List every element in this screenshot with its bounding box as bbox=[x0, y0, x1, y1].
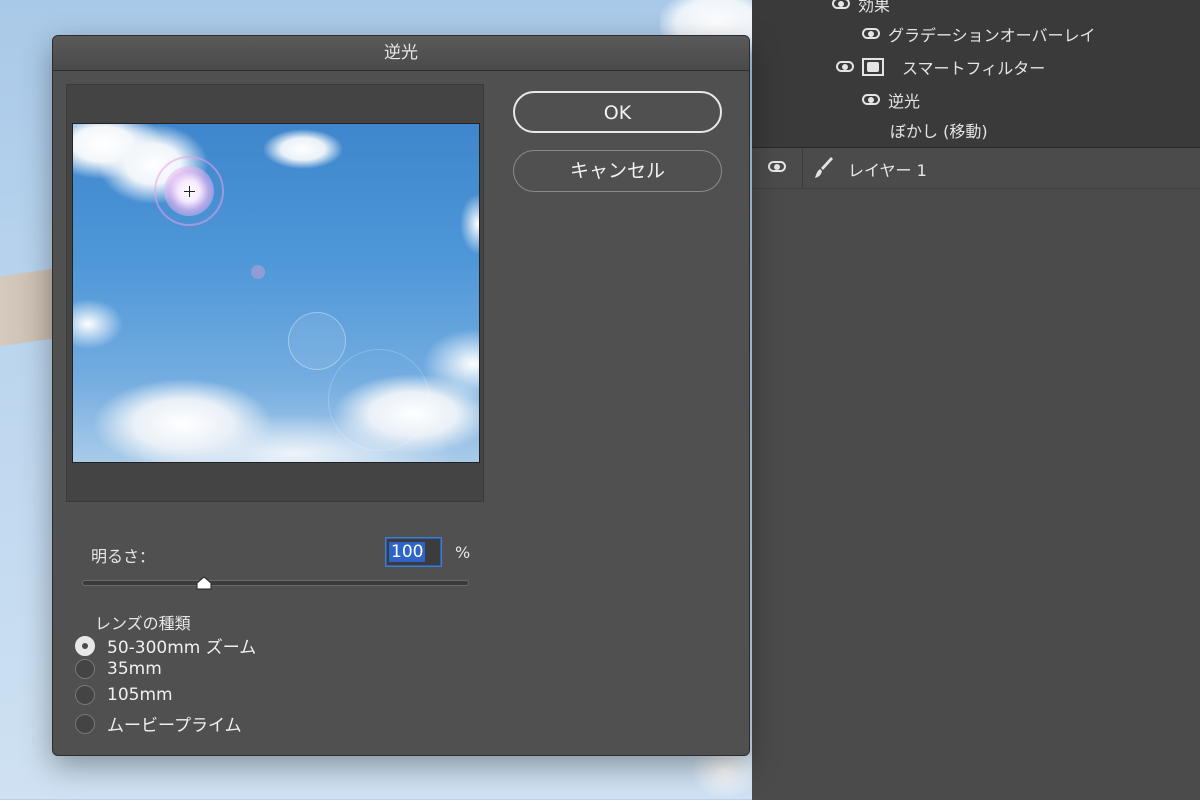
layers-empty-area bbox=[752, 188, 1200, 800]
brightness-input[interactable]: 100 bbox=[385, 537, 442, 567]
radio-button[interactable] bbox=[75, 713, 95, 734]
lens-option-label: 35mm bbox=[107, 659, 162, 679]
eye-icon[interactable] bbox=[768, 161, 788, 174]
blur-filter-label: ぼかし (移動) bbox=[890, 122, 988, 141]
gradient-overlay-label: グラデーションオーバーレイ bbox=[888, 26, 1096, 45]
eye-icon[interactable] bbox=[836, 60, 856, 74]
flare-artifact bbox=[251, 265, 265, 279]
eye-icon[interactable] bbox=[862, 93, 882, 107]
flare-artifact bbox=[288, 312, 346, 370]
lens-option-label: 50-300mm ズーム bbox=[107, 638, 257, 658]
layer-row-layer1[interactable]: レイヤー 1 bbox=[752, 148, 1200, 188]
lens-option-zoom[interactable]: 50-300mm ズーム bbox=[75, 633, 256, 658]
lens-option-35mm[interactable]: 35mm bbox=[75, 659, 162, 679]
lens-option-movie-prime[interactable]: ムービープライム bbox=[75, 711, 242, 736]
cancel-button[interactable]: キャンセル bbox=[513, 150, 722, 192]
ok-button[interactable]: OK bbox=[513, 91, 722, 133]
radio-button[interactable] bbox=[75, 635, 95, 656]
backlight-filter-row[interactable]: 逆光 bbox=[862, 88, 920, 112]
preview-frame bbox=[66, 84, 484, 502]
lens-flare-dialog: 逆光 OK キャンセル 明るさ： 100 % レンズの種類 50-300mm ズ… bbox=[52, 35, 750, 756]
layer-name: レイヤー 1 bbox=[848, 161, 927, 180]
brightness-value: 100 bbox=[389, 542, 426, 562]
backlight-filter-label: 逆光 bbox=[888, 92, 921, 111]
lens-option-label: 105mm bbox=[107, 685, 173, 705]
dialog-title: 逆光 bbox=[53, 36, 749, 71]
brightness-label: 明るさ： bbox=[91, 547, 156, 566]
smart-filter-row[interactable]: スマートフィルター bbox=[836, 55, 1045, 79]
crosshair-icon[interactable] bbox=[184, 186, 195, 197]
percent-unit: % bbox=[455, 543, 471, 562]
eye-icon[interactable] bbox=[862, 27, 882, 41]
smart-filter-label: スマートフィルター bbox=[902, 59, 1046, 78]
lens-option-105mm[interactable]: 105mm bbox=[75, 685, 173, 705]
blur-filter-row[interactable]: ぼかし (移動) bbox=[890, 118, 988, 142]
gradient-overlay-row[interactable]: グラデーションオーバーレイ bbox=[862, 22, 1096, 46]
brightness-slider-thumb[interactable] bbox=[196, 576, 212, 590]
divider bbox=[802, 148, 803, 188]
layer-effects-list: 効果 グラデーションオーバーレイ スマートフィルター 逆光 ぼかし (移動) bbox=[752, 0, 1200, 147]
effects-label: 効果 bbox=[858, 0, 891, 15]
radio-button[interactable] bbox=[75, 685, 95, 705]
flare-preview-image[interactable] bbox=[72, 123, 480, 463]
layers-panel: 効果 グラデーションオーバーレイ スマートフィルター 逆光 ぼかし (移動) レ… bbox=[752, 0, 1200, 800]
filter-mask-icon[interactable] bbox=[862, 58, 884, 76]
canvas-background-detail bbox=[0, 267, 60, 347]
eye-icon[interactable] bbox=[832, 0, 852, 11]
lens-type-heading: レンズの種類 bbox=[95, 614, 191, 633]
radio-button[interactable] bbox=[75, 659, 95, 679]
effects-row[interactable]: 効果 bbox=[832, 0, 890, 16]
lens-option-label: ムービープライム bbox=[107, 716, 242, 736]
flare-artifact bbox=[328, 349, 430, 451]
brightness-slider-track[interactable] bbox=[83, 581, 468, 585]
brush-icon bbox=[815, 157, 833, 178]
